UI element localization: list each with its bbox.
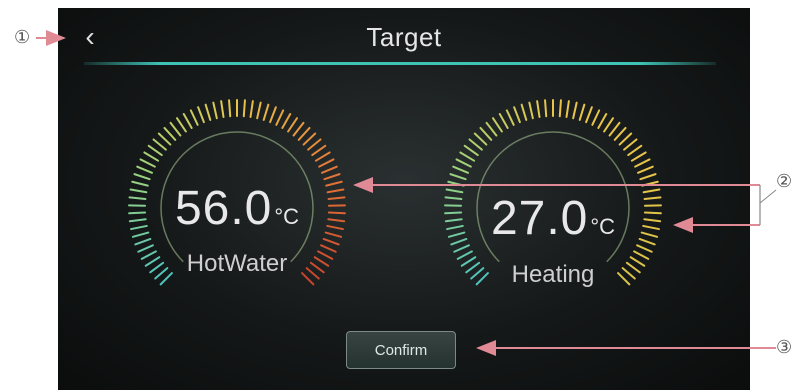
callout-2-leader: [759, 189, 777, 204]
callout-arrows: [36, 30, 777, 356]
